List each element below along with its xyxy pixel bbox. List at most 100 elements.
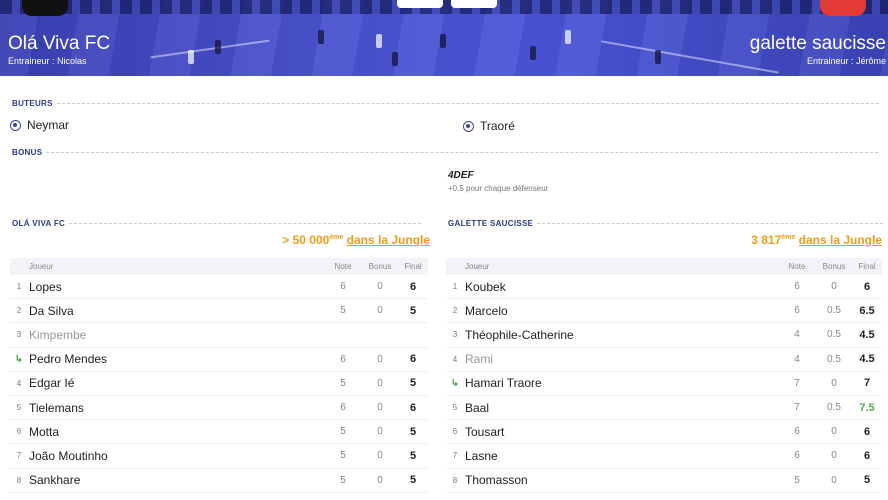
- player-number: 6: [16, 427, 22, 437]
- away-team-name[interactable]: galette saucisse: [750, 33, 886, 55]
- away-rank-link[interactable]: dans la Jungle: [799, 233, 882, 247]
- table-row[interactable]: ↳ Hamari Traore 7 0 7: [446, 372, 882, 396]
- player-number: 4: [16, 378, 22, 388]
- home-scorer: Neymar: [10, 118, 69, 132]
- player-name[interactable]: Lasne: [464, 449, 778, 463]
- player-note: 7: [794, 402, 800, 414]
- table-row[interactable]: 1 Lopes 6 0 6: [10, 275, 428, 300]
- player-name[interactable]: Marcelo: [464, 304, 778, 318]
- player-final: 5: [409, 449, 417, 462]
- player-name[interactable]: Thomasson: [464, 473, 778, 487]
- table-row[interactable]: 3 Kimpembe: [10, 323, 428, 348]
- bonus-title-text: BONUS: [12, 148, 43, 157]
- scorers-section-title: BUTEURS: [12, 99, 879, 108]
- player-number: 7: [16, 451, 22, 461]
- away-rank-sup: ème: [781, 234, 796, 241]
- home-team-header: Olá Viva FC Entraineur : Nicolas: [8, 33, 110, 67]
- divider: [69, 223, 422, 224]
- player-figure: [392, 52, 398, 66]
- player-number: 5: [16, 403, 22, 413]
- table-row[interactable]: 5 Tielemans 6 0 6: [10, 396, 428, 421]
- away-scorer: Traoré: [463, 119, 515, 133]
- table-row[interactable]: 3 Théophile-Catherine 4 0.5 4.5: [446, 323, 882, 348]
- col-final: Final: [858, 262, 876, 271]
- player-name[interactable]: Théophile-Catherine: [464, 328, 778, 342]
- substitution-icon: ↳: [14, 353, 24, 365]
- player-name[interactable]: Kimpembe: [28, 328, 324, 342]
- player-bonus: 0: [377, 402, 383, 414]
- col-player: Joueur: [29, 262, 54, 271]
- table-row[interactable]: 2 Da Silva 5 0 5: [10, 299, 428, 324]
- player-final: 5: [409, 474, 417, 487]
- player-name[interactable]: Tousart: [464, 425, 778, 439]
- divider: [56, 103, 879, 104]
- player-bonus: 0: [831, 450, 837, 462]
- player-final: 5: [409, 377, 417, 390]
- ball-icon: [10, 119, 21, 131]
- player-name[interactable]: Edgar Ié: [28, 376, 324, 390]
- col-bonus: Bonus: [368, 262, 392, 271]
- player-final: 6: [863, 280, 871, 293]
- player-number: 1: [16, 282, 22, 292]
- player-bonus: 0: [377, 353, 383, 365]
- col-player: Joueur: [465, 262, 490, 271]
- table-row[interactable]: 7 João Moutinho 5 0 5: [10, 444, 428, 469]
- player-name[interactable]: Da Silva: [28, 304, 324, 318]
- bonus-section-title: BONUS: [12, 148, 879, 157]
- divider: [46, 152, 879, 153]
- away-score-box: [451, 0, 497, 8]
- player-name[interactable]: Koubek: [464, 280, 778, 294]
- player-final: 5: [409, 425, 417, 438]
- player-figure: [376, 34, 382, 48]
- player-name[interactable]: Lopes: [28, 280, 324, 294]
- player-name[interactable]: Motta: [28, 425, 324, 439]
- table-row[interactable]: 6 Tousart 6 0 6: [446, 420, 882, 445]
- player-final: 6: [409, 353, 417, 366]
- player-final: 6: [409, 280, 417, 293]
- home-coach: Entraineur : Nicolas: [8, 56, 87, 66]
- player-name[interactable]: João Moutinho: [28, 449, 324, 463]
- away-team-header: galette saucisse Entraineur : Jérôme: [750, 33, 886, 67]
- player-bonus: 0.5: [827, 329, 841, 341]
- player-bonus: 0: [377, 305, 383, 317]
- col-note: Note: [788, 262, 806, 271]
- away-ranking: 3 817ème dans la Jungle: [751, 233, 882, 247]
- player-figure: [565, 30, 571, 44]
- player-final: 7: [863, 377, 871, 390]
- table-row[interactable]: 8 Sankhare 5 0 5: [10, 469, 428, 493]
- match-banner: Olá Viva FC Entraineur : Nicolas galette…: [0, 0, 888, 76]
- home-team-name[interactable]: Olá Viva FC: [8, 33, 110, 55]
- player-name[interactable]: Hamari Traore: [464, 376, 778, 390]
- table-row[interactable]: 7 Lasne 6 0 6: [446, 444, 882, 469]
- table-row[interactable]: 4 Rami 4 0.5 4.5: [446, 348, 882, 372]
- player-final: 5: [863, 474, 871, 487]
- player-name[interactable]: Tielemans: [28, 401, 324, 415]
- table-row[interactable]: 5 Baal 7 0.5 7.5: [446, 396, 882, 421]
- player-figure: [215, 40, 221, 54]
- substitution-icon: ↳: [450, 377, 460, 389]
- player-name[interactable]: Baal: [464, 401, 778, 415]
- player-final: 6: [409, 401, 417, 414]
- table-row[interactable]: ↳ Pedro Mendes 6 0 6: [10, 348, 428, 372]
- player-note: 5: [340, 305, 346, 317]
- home-rank-link[interactable]: dans la Jungle: [347, 233, 430, 247]
- player-number: 3: [452, 330, 458, 340]
- player-name[interactable]: Pedro Mendes: [28, 352, 324, 366]
- player-bonus: 0: [377, 281, 383, 293]
- player-note: 6: [794, 426, 800, 438]
- player-note: 4: [794, 353, 800, 365]
- table-row[interactable]: 2 Marcelo 6 0.5 6.5: [446, 299, 882, 324]
- table-row[interactable]: 6 Motta 5 0 5: [10, 420, 428, 445]
- player-final: 4.5: [859, 353, 875, 366]
- home-team-section: OLÁ VIVA FC: [12, 219, 422, 228]
- player-name[interactable]: Rami: [464, 352, 778, 366]
- table-row[interactable]: 8 Thomasson 5 0 5: [446, 469, 882, 493]
- home-score-box: [397, 0, 443, 8]
- table-row[interactable]: 4 Edgar Ié 5 0 5: [10, 372, 428, 396]
- player-note: 5: [340, 474, 346, 486]
- player-figure: [530, 46, 536, 60]
- table-row[interactable]: 1 Koubek 6 0 6: [446, 275, 882, 300]
- player-number: 2: [16, 306, 22, 316]
- player-name[interactable]: Sankhare: [28, 473, 324, 487]
- player-final: 6: [863, 425, 871, 438]
